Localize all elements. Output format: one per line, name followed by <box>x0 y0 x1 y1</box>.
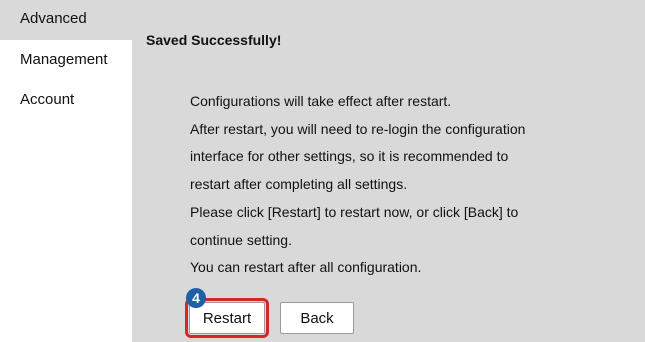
message-line: restart after completing all settings. <box>190 176 408 193</box>
sidebar: Advanced Management Account <box>0 0 132 342</box>
back-button[interactable]: Back <box>280 302 354 334</box>
sidebar-item-account[interactable]: Account <box>0 80 132 120</box>
sidebar-item-management[interactable]: Management <box>0 40 132 80</box>
saved-title: Saved Successfully! <box>146 32 282 48</box>
sidebar-item-label: Advanced <box>20 10 87 27</box>
main-panel: Saved Successfully! Configurations will … <box>132 0 645 342</box>
step-badge: 4 <box>186 288 206 308</box>
sidebar-item-advanced[interactable]: Advanced <box>0 0 132 40</box>
message-line: Please click [Restart] to restart now, o… <box>190 203 519 220</box>
message-line: continue setting. <box>190 231 292 248</box>
message-line: You can restart after all configuration. <box>190 259 422 276</box>
message-line: After restart, you will need to re-login… <box>190 120 526 137</box>
sidebar-item-label: Management <box>20 51 108 68</box>
sidebar-item-label: Account <box>20 91 75 108</box>
message-line: Configurations will take effect after re… <box>190 93 452 109</box>
restart-message: Configurations will take effect after re… <box>190 88 610 282</box>
message-line: interface for other settings, so it is r… <box>190 148 509 165</box>
